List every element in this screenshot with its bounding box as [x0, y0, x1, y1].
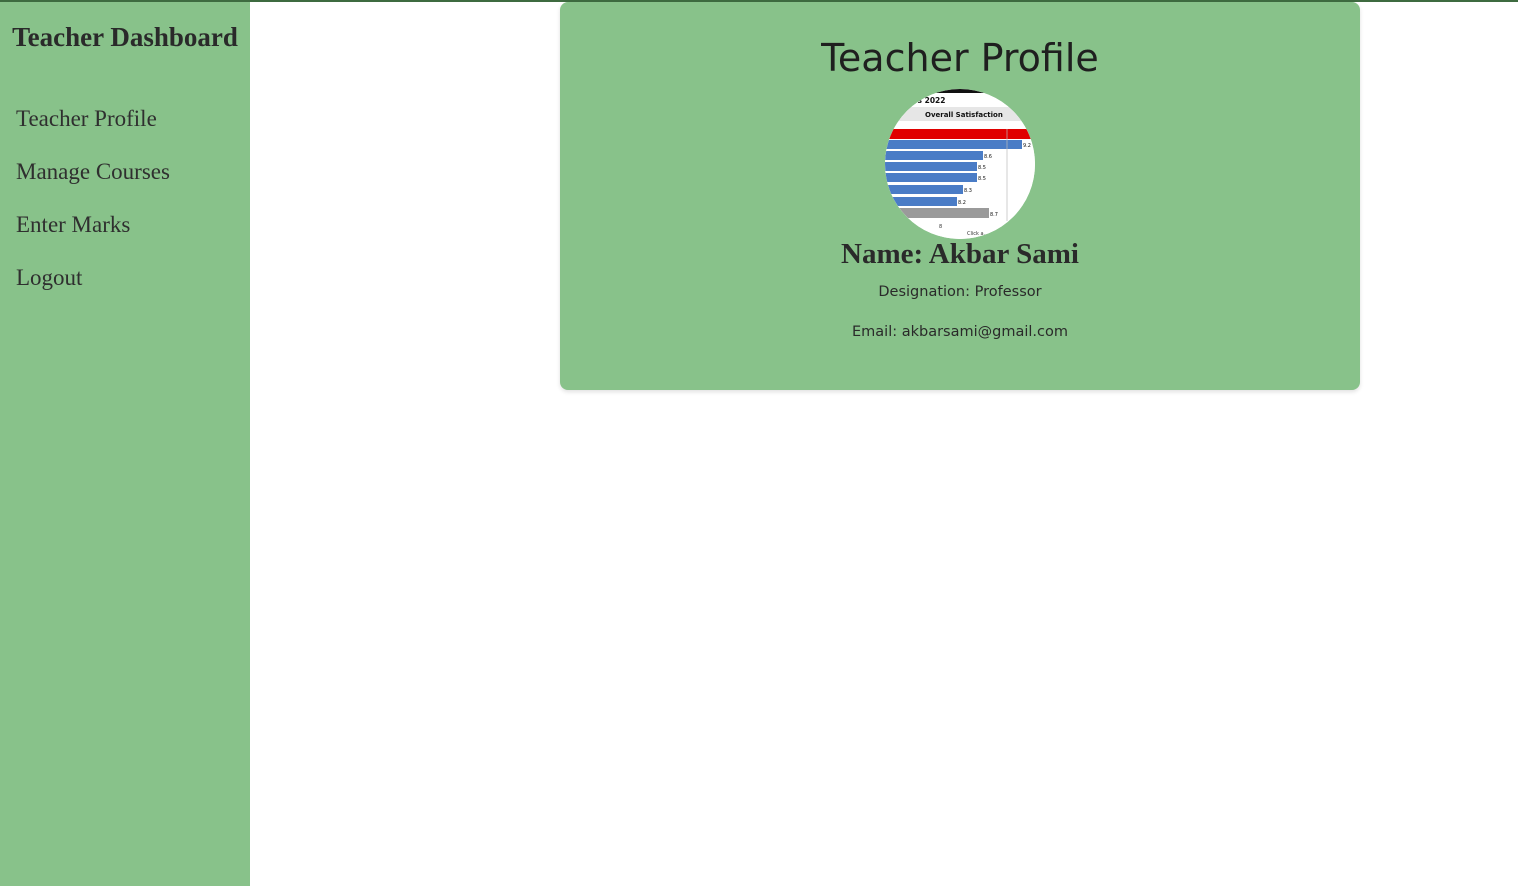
photo-bar-label: 8.6: [984, 154, 992, 160]
photo-bar-label: 8.2: [958, 200, 966, 206]
teacher-name: Name: Akbar Sami: [841, 238, 1079, 270]
nav-enter-marks[interactable]: Enter Marks: [16, 208, 170, 261]
photo-axis-tick: 8: [939, 224, 942, 230]
profile-card: Teacher Profile ops 2022 Overall Satisfa…: [560, 2, 1360, 390]
nav-teacher-profile[interactable]: Teacher Profile: [16, 102, 170, 155]
profile-heading: Teacher Profile: [821, 36, 1099, 80]
nav-logout[interactable]: Logout: [16, 261, 170, 314]
dashboard-title: Teacher Dashboard: [12, 22, 238, 52]
sidebar-nav: Teacher Profile Manage Courses Enter Mar…: [16, 102, 170, 314]
photo-bar-label: 8.3: [964, 188, 972, 194]
teacher-designation: Designation: Professor: [878, 284, 1042, 300]
photo-bar-label: 9.2: [1023, 143, 1031, 149]
nav-manage-courses[interactable]: Manage Courses: [16, 155, 170, 208]
photo-bar-label: 8.5: [978, 165, 986, 171]
photo-footer-text: Click a...: [967, 231, 989, 237]
photo-bar-label: 8.7: [990, 212, 998, 218]
teacher-email: Email: akbarsami@gmail.com: [852, 324, 1068, 340]
profile-photo: ops 2022 Overall Satisfaction 9.2 8.6 8.…: [885, 89, 1035, 239]
sidebar: Teacher Dashboard Teacher Profile Manage…: [0, 2, 250, 886]
profile-photo-image: ops 2022 Overall Satisfaction 9.2 8.6 8.…: [885, 89, 1035, 239]
photo-subtitle-text: Overall Satisfaction: [925, 111, 1003, 119]
photo-title-text: ops 2022: [907, 96, 945, 105]
photo-bar-label: 8.5: [978, 176, 986, 182]
